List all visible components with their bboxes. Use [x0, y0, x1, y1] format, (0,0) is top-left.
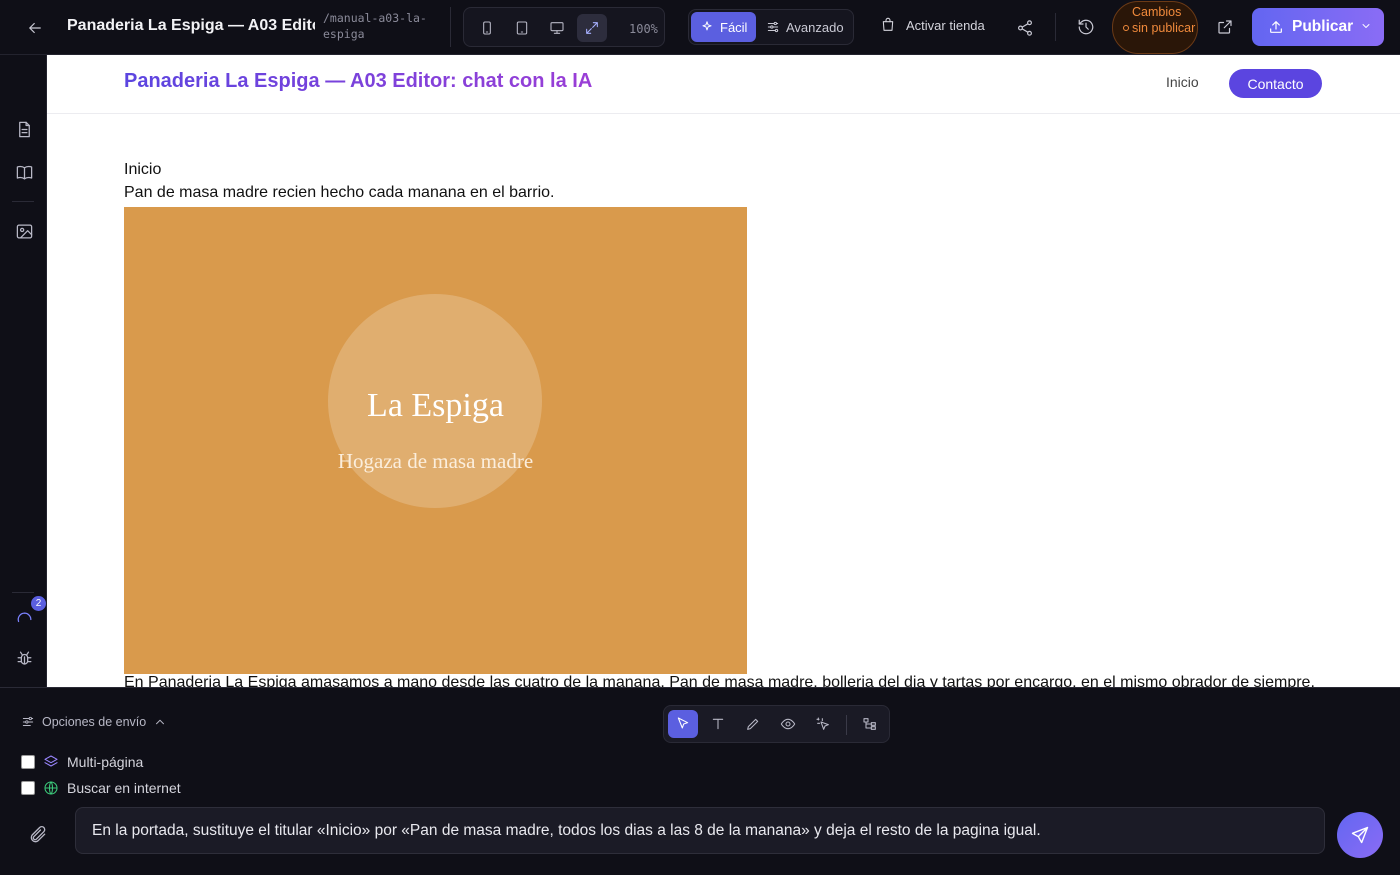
unsaved-changes-badge: Cambios sin publicar — [1112, 1, 1198, 54]
unsaved-changes-label: Cambios sin publicar — [1132, 5, 1196, 35]
advanced-mode-label: Avanzado — [786, 19, 844, 35]
spinner-icon[interactable] — [13, 608, 35, 630]
document-icon[interactable] — [13, 118, 35, 140]
divider — [1055, 13, 1056, 41]
sparkle-icon — [702, 21, 712, 31]
desktop-icon[interactable] — [542, 14, 572, 42]
nav-button-contact[interactable]: Contacto — [1229, 69, 1322, 98]
tablet-icon[interactable] — [507, 14, 537, 42]
easy-mode-button[interactable]: Fácil — [691, 12, 757, 42]
hero-heading[interactable]: Inicio — [124, 161, 161, 179]
book-icon[interactable] — [13, 161, 35, 183]
site-preview[interactable]: Panaderia La Espiga — A03 Editor: chat c… — [47, 55, 1400, 687]
activate-store-label: Activar tienda — [906, 17, 985, 33]
sliders-icon — [767, 21, 779, 33]
chevron-up-icon — [156, 719, 165, 725]
sidebar-divider — [12, 201, 34, 202]
project-title: Panaderia La Espiga — A03 Edito... — [67, 17, 315, 34]
image-icon[interactable] — [13, 220, 35, 242]
nav-link-home[interactable]: Inicio — [1166, 74, 1199, 90]
hero-image[interactable]: La Espiga Hogaza de masa madre — [124, 207, 747, 674]
text-icon[interactable] — [703, 710, 733, 738]
paperclip-icon[interactable] — [28, 825, 48, 850]
mode-switcher: Fácil Avanzado — [688, 9, 854, 45]
pencil-icon[interactable] — [738, 710, 768, 738]
sidebar-divider — [12, 592, 34, 593]
chat-composer: Opciones de envío Multi-página Buscar en — [0, 687, 1400, 875]
multipage-checkbox[interactable] — [21, 755, 35, 769]
multipage-label: Multi-página — [67, 754, 144, 770]
send-options-label: Opciones de envío — [42, 715, 147, 729]
cursor-icon[interactable] — [668, 710, 698, 738]
tasks-badge: 2 — [31, 596, 46, 611]
chat-message-input[interactable]: En la portada, sustituye el titular «Ini… — [75, 807, 1325, 854]
toolbar-divider — [846, 715, 847, 735]
upload-icon — [1270, 21, 1282, 33]
web-search-label: Buscar en internet — [67, 780, 181, 796]
shopping-bag-icon — [882, 17, 894, 31]
web-search-checkbox[interactable] — [21, 781, 35, 795]
project-slug: /manual-a03-la-espiga — [323, 11, 427, 41]
eye-icon[interactable] — [773, 710, 803, 738]
send-icon — [1351, 826, 1369, 844]
body-paragraph[interactable]: En Panaderia La Espiga amasamos a mano d… — [124, 674, 1315, 687]
site-title[interactable]: Panaderia La Espiga — A03 Editor: chat c… — [124, 70, 592, 93]
divider — [450, 7, 451, 47]
hero-image-subtitle: Hogaza de masa madre — [337, 449, 534, 473]
web-search-option[interactable]: Buscar en internet — [21, 780, 181, 796]
send-options-toggle[interactable]: Opciones de envío — [21, 715, 167, 729]
edit-toolbar — [663, 705, 890, 743]
tree-icon[interactable] — [855, 710, 885, 738]
advanced-mode-button[interactable]: Avanzado — [757, 12, 853, 42]
back-arrow-icon[interactable] — [24, 17, 46, 39]
history-icon[interactable] — [1075, 16, 1097, 38]
site-header: Panaderia La Espiga — A03 Editor: chat c… — [47, 55, 1400, 114]
share-icon[interactable] — [1014, 17, 1036, 39]
publish-label: Publicar — [1292, 18, 1354, 35]
zoom-level: 100% — [629, 22, 658, 36]
layers-icon — [44, 755, 58, 767]
easy-mode-label: Fácil — [720, 19, 748, 35]
globe-icon — [44, 781, 58, 795]
hero-subheading[interactable]: Pan de masa madre recien hecho cada mana… — [124, 184, 554, 202]
status-dot — [1123, 25, 1129, 31]
hero-image-title: La Espiga — [367, 387, 504, 424]
publish-button[interactable]: Publicar — [1252, 8, 1384, 46]
sliders-icon — [22, 716, 34, 726]
multipage-option[interactable]: Multi-página — [21, 754, 143, 770]
activate-store-button[interactable]: Activar tienda — [880, 17, 985, 33]
external-link-icon[interactable] — [1214, 16, 1236, 38]
device-switcher: 100% — [463, 7, 665, 47]
magic-pointer-icon[interactable] — [808, 710, 838, 738]
expand-icon[interactable] — [577, 14, 607, 42]
top-bar: Panaderia La Espiga — A03 Edito... /manu… — [0, 0, 1400, 55]
send-button[interactable] — [1337, 812, 1383, 858]
bug-icon[interactable] — [13, 647, 35, 669]
phone-icon[interactable] — [472, 14, 502, 42]
chevron-down-icon[interactable] — [1360, 20, 1372, 32]
left-sidebar: 2 — [0, 55, 47, 687]
